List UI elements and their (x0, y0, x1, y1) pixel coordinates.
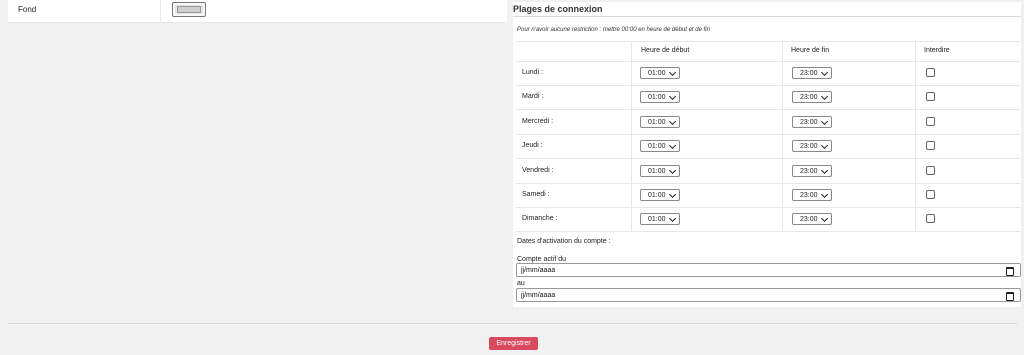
grid-line (516, 231, 1020, 233)
calendar-icon[interactable] (1006, 267, 1014, 276)
chevron-down-icon (668, 117, 677, 125)
forbid-checkbox[interactable] (926, 116, 935, 126)
header-end-time: Heure de fin (791, 47, 830, 54)
chevron-down-icon (820, 190, 829, 199)
start-time-select[interactable]: 01:00 (640, 189, 680, 201)
chevron-down-icon (668, 142, 677, 150)
time-value: 01:00 (648, 216, 666, 224)
background-setting-row: Fond (8, 0, 507, 23)
start-time-select[interactable]: 01:00 (640, 164, 680, 177)
header-forbid: Interdire (924, 47, 950, 54)
time-value: 01:00 (648, 167, 666, 175)
forbid-checkbox[interactable] (926, 141, 935, 151)
chevron-down-icon (820, 93, 829, 101)
connection-ranges-panel: Plages de connexion Pour n'avoir aucune … (513, 2, 1021, 307)
end-time-select[interactable]: 23:00 (792, 67, 832, 79)
calendar-icon[interactable] (1006, 292, 1014, 301)
start-time-select[interactable]: 01:00 (640, 91, 680, 104)
to-date-value: jj/mm/aaaa (521, 292, 556, 299)
header-start-time: Heure de début (641, 47, 690, 54)
start-time-select[interactable]: 01:00 (640, 140, 680, 153)
chevron-down-icon (668, 190, 677, 199)
time-value: 01:00 (648, 70, 666, 77)
day-label: Mardi : (522, 93, 544, 101)
chevron-down-icon (668, 166, 677, 174)
to-date-input[interactable]: jj/mm/aaaa (516, 288, 1021, 302)
grid-line (516, 109, 1020, 111)
forbid-checkbox[interactable] (926, 190, 935, 199)
time-value: 23:00 (800, 216, 818, 224)
time-value: 01:00 (648, 118, 666, 126)
day-label: Mercredi : (522, 117, 554, 125)
background-color-picker[interactable] (172, 2, 206, 17)
day-label: Vendredi : (522, 166, 554, 174)
end-time-select[interactable]: 23:00 (792, 189, 832, 201)
grid-line (516, 158, 1020, 160)
start-time-select[interactable]: 01:00 (640, 67, 680, 79)
time-value: 23:00 (800, 192, 818, 199)
grid-line (516, 207, 1020, 208)
chevron-down-icon (820, 142, 829, 150)
save-button[interactable]: Enregistrer (489, 337, 538, 350)
color-preview (177, 6, 201, 13)
forbid-checkbox[interactable] (926, 214, 935, 224)
restriction-note: Pour n'avoir aucune restriction : mettre… (517, 27, 710, 33)
time-value: 23:00 (800, 167, 818, 175)
chevron-down-icon (820, 68, 829, 77)
chevron-down-icon (668, 68, 677, 77)
grid-line (516, 61, 1020, 62)
section-rule (513, 16, 1021, 17)
day-label: Lundi : (522, 69, 544, 76)
forbid-checkbox[interactable] (926, 68, 935, 77)
from-date-value: jj/mm/aaaa (521, 267, 556, 274)
time-value: 23:00 (800, 143, 818, 151)
grid-line (782, 42, 783, 232)
day-label: Dimanche : (522, 215, 558, 223)
day-label: Jeudi : (522, 142, 543, 150)
chevron-down-icon (820, 117, 829, 125)
time-value: 01:00 (648, 192, 666, 199)
day-label: Samedi : (522, 191, 550, 198)
forbid-checkbox[interactable] (926, 165, 935, 175)
start-time-select[interactable]: 01:00 (640, 115, 680, 128)
grid-line (631, 42, 632, 232)
end-time-select[interactable]: 23:00 (792, 213, 832, 226)
time-value: 23:00 (800, 118, 818, 126)
from-date-label: Compte actif du (517, 256, 567, 263)
chevron-down-icon (820, 166, 829, 174)
footer-divider (8, 323, 1017, 324)
chevron-down-icon (668, 215, 677, 223)
divider (160, 0, 161, 22)
grid-line (516, 41, 1020, 42)
time-value: 23:00 (800, 70, 818, 77)
to-date-label: au (517, 280, 525, 287)
time-value: 23:00 (800, 94, 818, 102)
grid-line (516, 133, 1020, 135)
forbid-checkbox[interactable] (926, 92, 935, 102)
from-date-input[interactable]: jj/mm/aaaa (516, 263, 1021, 277)
grid-line (516, 85, 1020, 86)
end-time-select[interactable]: 23:00 (792, 164, 832, 177)
end-time-select[interactable]: 23:00 (792, 140, 832, 153)
end-time-select[interactable]: 23:00 (792, 91, 832, 104)
time-value: 01:00 (648, 94, 666, 102)
background-label: Fond (18, 5, 37, 14)
start-time-select[interactable]: 01:00 (640, 213, 680, 226)
chevron-down-icon (668, 93, 677, 101)
grid-line (516, 182, 1020, 184)
end-time-select[interactable]: 23:00 (792, 115, 832, 128)
activation-dates-title: Dates d'activation du compte : (517, 238, 611, 245)
grid-line (915, 42, 916, 232)
time-value: 01:00 (648, 143, 666, 151)
chevron-down-icon (820, 215, 829, 223)
